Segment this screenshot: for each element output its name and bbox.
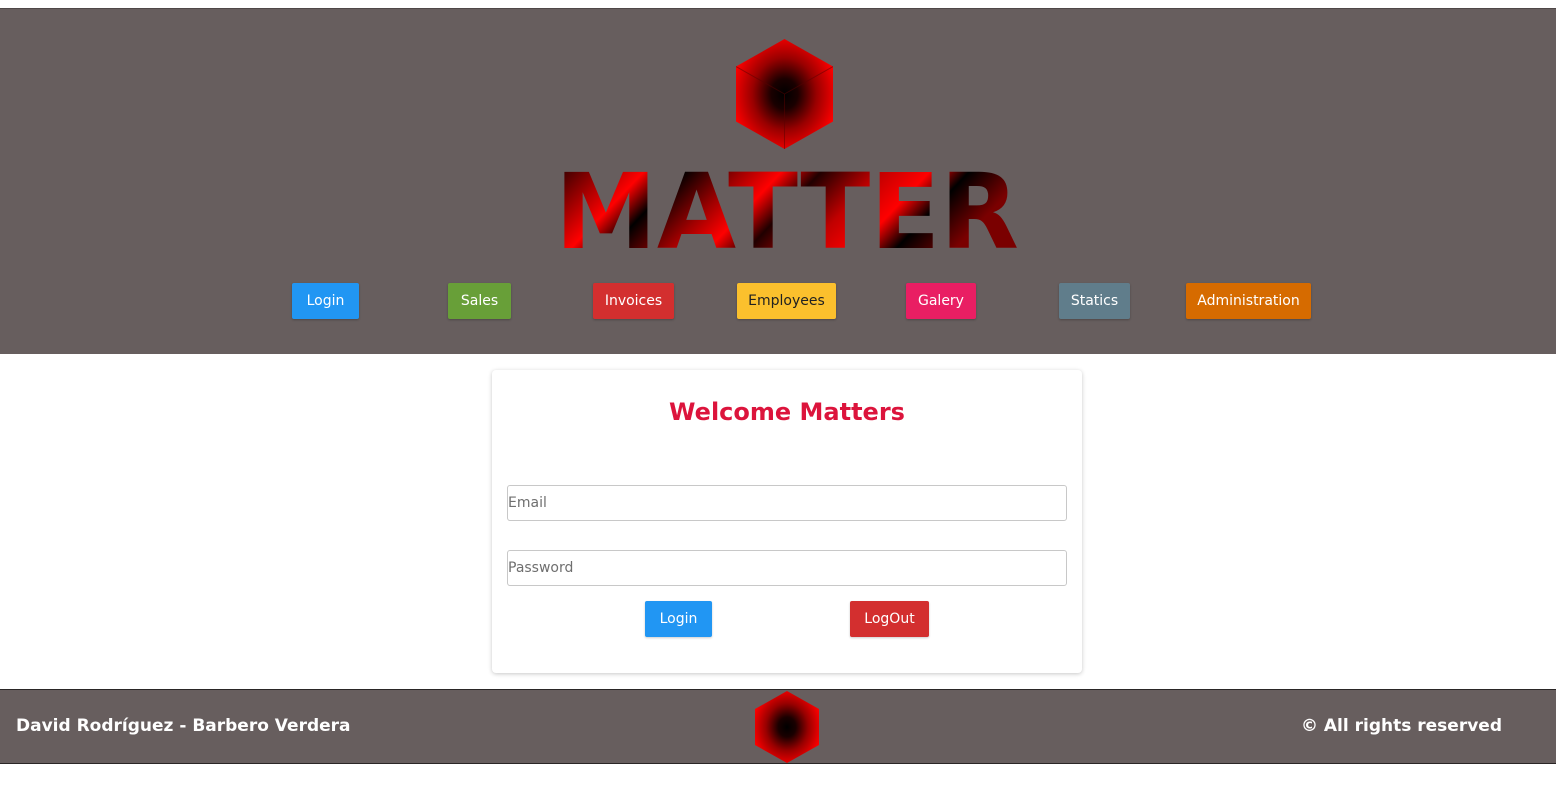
site-header: MATTER Login Sales Invoices Employees Ga… xyxy=(0,8,1556,354)
site-footer: David Rodríguez - Barbero Verdera © All … xyxy=(0,689,1556,764)
nav-employees-button[interactable]: Employees xyxy=(737,283,836,319)
logout-button[interactable]: LogOut xyxy=(850,601,929,637)
footer-authors: David Rodríguez - Barbero Verdera xyxy=(16,716,351,736)
hexagon-cube-logo-icon xyxy=(755,691,819,763)
email-input[interactable] xyxy=(507,485,1067,521)
login-card: Welcome Matters Login LogOut xyxy=(492,370,1082,673)
svg-text:MATTER: MATTER xyxy=(555,164,1019,250)
nav-statics-button[interactable]: Statics xyxy=(1059,283,1130,319)
login-button[interactable]: Login xyxy=(645,601,712,637)
nav-login-button[interactable]: Login xyxy=(292,283,359,319)
matter-wordmark-logo: MATTER xyxy=(555,164,1019,250)
password-input[interactable] xyxy=(507,550,1067,586)
nav-galery-button[interactable]: Galery xyxy=(906,283,976,319)
footer-copyright: © All rights reserved xyxy=(1300,716,1502,736)
nav-sales-button[interactable]: Sales xyxy=(448,283,511,319)
hexagon-cube-logo-icon xyxy=(736,39,833,149)
nav-invoices-button[interactable]: Invoices xyxy=(593,283,674,319)
nav-administration-button[interactable]: Administration xyxy=(1186,283,1311,319)
top-spacer xyxy=(0,0,1556,8)
login-card-title: Welcome Matters xyxy=(669,398,905,426)
